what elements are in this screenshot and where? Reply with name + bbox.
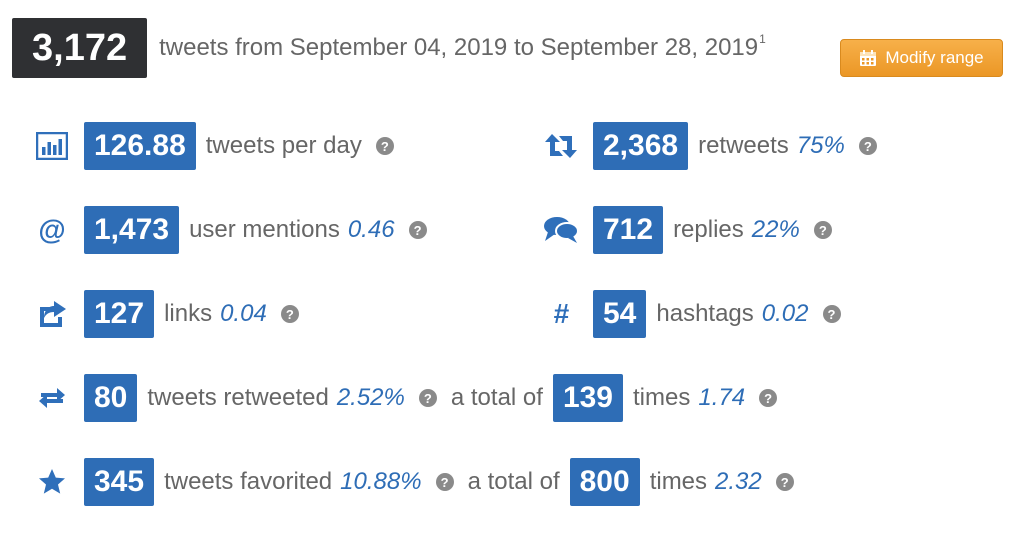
hashtag-icon: # (553, 298, 569, 329)
favorited-times-ratio: 2.32 (715, 468, 762, 495)
user-mentions-value: 1,473 (84, 206, 180, 254)
help-icon[interactable]: ? (375, 137, 394, 155)
retweet-arrows-icon (32, 378, 72, 418)
tweets-retweeted-value: 80 (84, 374, 138, 422)
tweets-favorited-label: tweets favorited (164, 468, 333, 495)
favorited-total-value: 800 (569, 458, 640, 506)
modify-range-label: Modify range (885, 48, 984, 67)
stat-replies: 712 replies 22% ? (541, 206, 832, 254)
footnote-marker[interactable]: 1 (759, 32, 766, 46)
help-icon[interactable]: ? (822, 305, 841, 323)
times-label: times (633, 384, 691, 411)
tweets-retweeted-percent: 2.52% (336, 384, 405, 411)
help-icon[interactable]: ? (408, 221, 427, 239)
replies-percent: 22% (751, 216, 800, 243)
stat-tweets-retweeted: 80 tweets retweeted 2.52% ? a total of 1… (32, 374, 778, 422)
hashtags-value: 54 (593, 290, 647, 338)
replies-value: 712 (593, 206, 664, 254)
date-range-text: tweets from September 04, 2019 to Septem… (159, 32, 766, 62)
tweets-favorited-value: 345 (84, 458, 155, 506)
total-of-label: a total of (450, 384, 543, 411)
summary-header: 3,172 tweets from September 04, 2019 to … (12, 18, 766, 78)
links-value: 127 (84, 290, 155, 338)
help-icon[interactable]: ? (435, 473, 454, 491)
tweets-favorited-percent: 10.88% (340, 468, 422, 495)
share-icon (32, 294, 72, 334)
retweets-value: 2,368 (593, 122, 689, 170)
stat-retweets: 2,368 retweets 75% ? (541, 122, 877, 170)
help-icon[interactable]: ? (280, 305, 299, 323)
help-icon[interactable]: ? (418, 389, 437, 407)
hashtags-ratio: 0.02 (761, 300, 809, 327)
help-icon[interactable]: ? (813, 221, 832, 239)
tweets-retweeted-label: tweets retweeted (147, 384, 329, 411)
links-label: links (164, 300, 213, 327)
hashtags-label: hashtags (656, 300, 754, 327)
total-of-label: a total of (467, 468, 560, 495)
times-label: times (649, 468, 708, 495)
replies-label: replies (673, 216, 744, 243)
tweets-per-day-value: 126.88 (84, 122, 196, 170)
tweets-per-day-label: tweets per day (205, 132, 362, 159)
comments-icon (541, 210, 581, 250)
modify-range-button[interactable]: Modify range (840, 39, 1003, 77)
retweeted-times-ratio: 1.74 (698, 384, 746, 411)
stat-hashtags: # 54 hashtags 0.02 ? (541, 290, 841, 338)
stat-tweets-per-day: 126.88 tweets per day ? (32, 122, 394, 170)
retweets-label: retweets (698, 132, 789, 159)
calendar-icon (859, 49, 877, 67)
stat-links: 127 links 0.04 ? (32, 290, 299, 338)
retweets-percent: 75% (796, 132, 845, 159)
help-icon[interactable]: ? (759, 389, 778, 407)
total-tweets-count: 3,172 (12, 18, 148, 78)
retweet-icon (541, 126, 581, 166)
stat-user-mentions: @ 1,473 user mentions 0.46 ? (32, 206, 427, 254)
help-icon[interactable]: ? (858, 137, 877, 155)
stat-tweets-favorited: 345 tweets favorited 10.88% ? a total of… (32, 458, 794, 506)
at-icon: @ (38, 214, 66, 245)
star-icon (32, 462, 72, 502)
user-mentions-ratio: 0.46 (347, 216, 395, 243)
links-ratio: 0.04 (220, 300, 267, 327)
retweeted-total-value: 139 (552, 374, 623, 422)
user-mentions-label: user mentions (189, 216, 340, 243)
bar-chart-icon (32, 126, 72, 166)
help-icon[interactable]: ? (775, 473, 794, 491)
date-range-label: tweets from September 04, 2019 to Septem… (159, 34, 759, 61)
